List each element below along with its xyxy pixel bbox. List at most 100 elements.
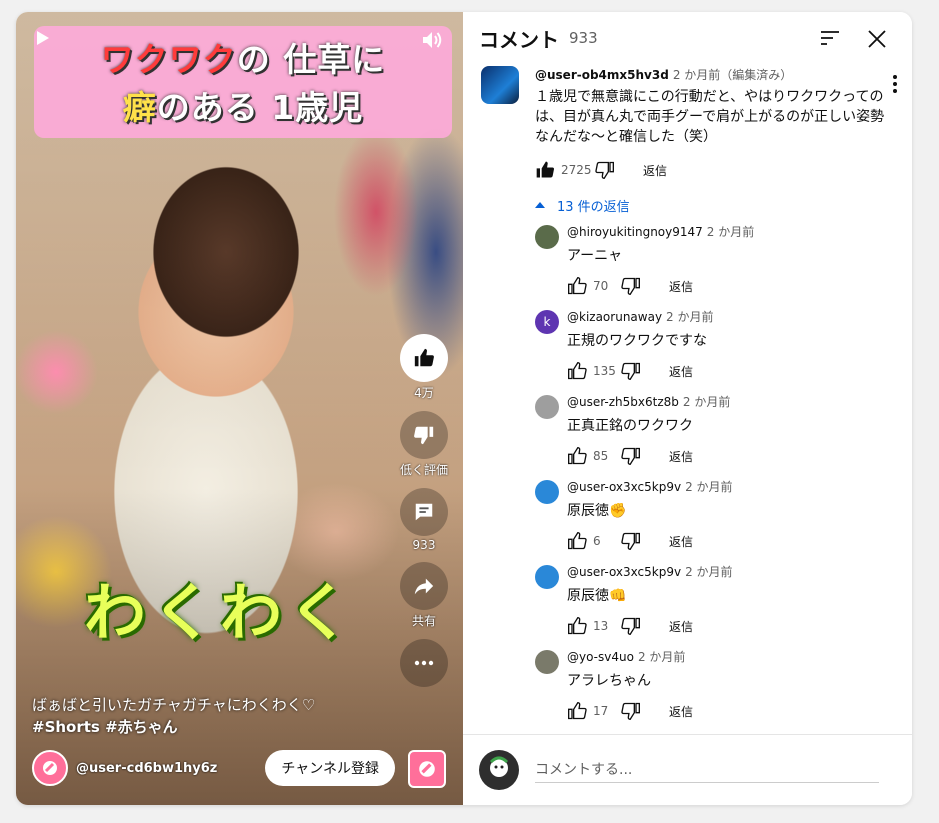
- thumbs-down-icon[interactable]: [621, 276, 641, 296]
- caption-hashtags[interactable]: #Shorts #赤ちゃん: [32, 716, 362, 738]
- reply-author[interactable]: @hiroyukitingnoy9147: [567, 225, 703, 239]
- reply-actions: 70 返信: [567, 270, 896, 302]
- thumbs-down-icon[interactable]: [621, 361, 641, 381]
- share-action[interactable]: 共有: [397, 562, 451, 629]
- close-icon[interactable]: [867, 29, 887, 49]
- reply-author[interactable]: @user-ox3xc5kp9v: [567, 565, 681, 579]
- reply-item: @user-ox3xc5kp9v 2 か月前 原辰徳✊ 6 返信: [463, 478, 912, 557]
- comments-button[interactable]: [400, 488, 448, 536]
- banner-line-2: 癖のある 1歳児: [34, 84, 452, 132]
- caption-line-1: ばぁばと引いたガチャガチャにわくわく♡: [32, 696, 316, 714]
- more-button[interactable]: [400, 639, 448, 687]
- banner-text-2: のある 1歳児: [156, 88, 364, 127]
- comment-icon: [415, 503, 433, 521]
- avatar[interactable]: [535, 395, 559, 419]
- subscribe-button[interactable]: チャンネル登録: [265, 750, 395, 786]
- comment-author[interactable]: @user-ob4mx5hv3d: [535, 68, 669, 82]
- reply-button[interactable]: 返信: [669, 278, 693, 295]
- like-count: 70: [593, 279, 609, 293]
- comments-action[interactable]: 933: [397, 488, 451, 552]
- reply-text: 正真正銘のワクワク: [567, 418, 693, 434]
- avatar[interactable]: [481, 66, 519, 104]
- like-count: 13: [593, 619, 609, 633]
- reply-button[interactable]: 返信: [643, 162, 667, 179]
- reply-actions: 85 返信: [567, 440, 896, 472]
- thumbs-down-icon[interactable]: [621, 616, 641, 636]
- dislike-action[interactable]: 低く評価: [397, 411, 451, 478]
- comment-composer: [463, 734, 912, 805]
- thumbs-up-icon[interactable]: [567, 616, 587, 636]
- avatar[interactable]: [535, 480, 559, 504]
- reply-time: 2 か月前: [682, 395, 731, 409]
- channel-name[interactable]: @user-cd6bw1hy6z: [76, 761, 217, 776]
- share-button[interactable]: [400, 562, 448, 610]
- avatar[interactable]: [535, 650, 559, 674]
- reply-text: アーニャ: [567, 248, 623, 264]
- play-icon[interactable]: [36, 30, 50, 46]
- reply-button[interactable]: 返信: [669, 448, 693, 465]
- reply-time: 2 か月前: [706, 225, 755, 239]
- reply-meta: @yo-sv4uo 2 か月前: [567, 648, 896, 665]
- more-horizontal-icon: [414, 660, 434, 666]
- share-icon: [414, 578, 434, 595]
- thumbs-up-icon[interactable]: [567, 701, 587, 721]
- more-action[interactable]: [397, 639, 451, 687]
- reply-meta: @kizaorunaway 2 か月前: [567, 308, 896, 325]
- reply-meta: @user-ox3xc5kp9v 2 か月前: [567, 478, 896, 495]
- thumbs-up-icon[interactable]: [567, 276, 587, 296]
- reply-time: 2 か月前: [685, 565, 733, 579]
- comments-list[interactable]: @user-ob4mx5hv3d 2 か月前（編集済み） １歳児で無意識にこの行動…: [463, 64, 912, 734]
- reply-text: アラレちゃん: [567, 673, 651, 689]
- reply-actions: 13 返信: [567, 610, 896, 642]
- avatar[interactable]: k: [535, 310, 559, 334]
- replies-list: @hiroyukitingnoy9147 2 か月前 アーニャ 70 返信 k @kizao…: [463, 223, 912, 727]
- video-player[interactable]: ワクワクの 仕草に 癖のある 1歳児 わくわく 4万 低く評価 933 共有 ば…: [16, 12, 463, 805]
- banner-line-1: ワクワクの 仕草に: [34, 36, 452, 84]
- reply-button[interactable]: 返信: [669, 618, 693, 635]
- reply-button[interactable]: 返信: [669, 533, 693, 550]
- reply-meta: @user-zh5bx6tz8b 2 か月前: [567, 393, 896, 410]
- thumbs-up-icon[interactable]: [567, 361, 587, 381]
- channel-row: @user-cd6bw1hy6z チャンネル登録: [32, 750, 395, 786]
- channel-logo-icon: [43, 761, 57, 775]
- thumbs-up-icon[interactable]: [567, 531, 587, 551]
- dislike-button[interactable]: [400, 411, 448, 459]
- chevron-up-icon: [535, 202, 545, 208]
- thumbs-down-icon[interactable]: [621, 701, 641, 721]
- reply-button[interactable]: 返信: [669, 703, 693, 720]
- comment-meta: @user-ob4mx5hv3d 2 か月前（編集済み）: [535, 66, 896, 83]
- reply-button[interactable]: 返信: [669, 363, 693, 380]
- replies-toggle[interactable]: 13 件の返信: [535, 193, 896, 217]
- sort-icon[interactable]: [820, 30, 840, 46]
- reply-text: 原辰徳👊: [567, 588, 627, 604]
- thumbs-up-icon[interactable]: [567, 446, 587, 466]
- reply-author[interactable]: @kizaorunaway: [567, 310, 662, 324]
- reply-actions: 135 返信: [567, 355, 896, 387]
- more-vertical-icon[interactable]: [892, 74, 898, 94]
- comments-title: コメント: [479, 27, 559, 52]
- volume-icon[interactable]: [422, 30, 444, 50]
- sound-thumbnail[interactable]: [408, 750, 446, 788]
- like-action[interactable]: 4万: [397, 334, 451, 401]
- thumbs-down-icon[interactable]: [621, 446, 641, 466]
- like-button[interactable]: [400, 334, 448, 382]
- reply-author[interactable]: @yo-sv4uo: [567, 650, 634, 664]
- like-count: 85: [593, 449, 609, 463]
- like-count: 6: [593, 534, 601, 548]
- replies-toggle-label: 13 件の返信: [557, 199, 630, 215]
- thumbs-down-icon[interactable]: [595, 160, 615, 180]
- reply-author[interactable]: @user-ox3xc5kp9v: [567, 480, 681, 494]
- user-avatar-icon: [489, 756, 509, 777]
- reply-text: 正規のワクワクですな: [567, 333, 707, 349]
- title-banner: ワクワクの 仕草に 癖のある 1歳児: [34, 26, 452, 138]
- thumbs-up-icon[interactable]: [535, 160, 555, 180]
- thumbs-down-icon[interactable]: [621, 531, 641, 551]
- avatar-letter: k: [543, 315, 551, 329]
- reply-item: @user-zh5bx6tz8b 2 か月前 正真正銘のワクワク 85 返信: [463, 393, 912, 472]
- channel-avatar[interactable]: [32, 750, 68, 786]
- comment-input[interactable]: [535, 757, 879, 783]
- avatar[interactable]: [535, 225, 559, 249]
- reply-item: @hiroyukitingnoy9147 2 か月前アーニャ 70 返信: [463, 223, 912, 302]
- avatar[interactable]: [535, 565, 559, 589]
- reply-author[interactable]: @user-zh5bx6tz8b: [567, 395, 679, 409]
